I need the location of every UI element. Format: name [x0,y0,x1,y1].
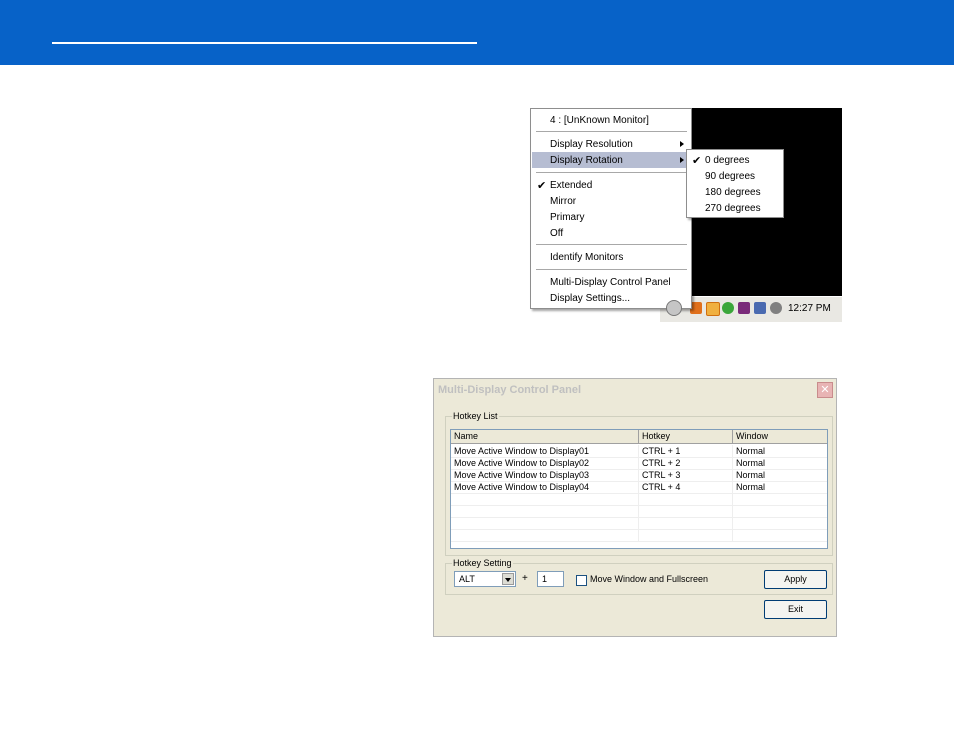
display-context-menu: 4 : [UnKnown Monitor] Display Resolution… [530,108,692,309]
menu-item-label: Extended [550,180,593,191]
key-value: 1 [542,574,548,584]
menu-item-label: Multi-Display Control Panel [550,277,671,288]
submenu-item-label: 180 degrees [705,187,761,198]
cell-hotkey: CTRL + 4 [639,481,733,493]
menu-item-mirror[interactable]: Mirror [532,193,690,209]
submenu-item-label: 90 degrees [705,171,756,182]
menu-item-label: Display Rotation [550,155,623,166]
submenu-item-label: 270 degrees [705,203,761,214]
cell-window: Normal [733,445,827,457]
cell-hotkey: CTRL + 1 [639,445,733,457]
close-button[interactable]: ✕ [817,382,833,398]
chevron-down-icon[interactable] [502,573,514,585]
tray-network-icon[interactable] [738,302,750,314]
cell-window: Normal [733,481,827,493]
empty-row [451,529,827,542]
fullscreen-checkbox-label: Move Window and Fullscreen [590,574,709,584]
tray-clock: 12:27 PM [788,303,831,314]
tray-shield-icon[interactable] [722,302,734,314]
cell-name: Move Active Window to Display03 [451,469,639,481]
modifier-select[interactable]: ALT [454,571,516,587]
menu-separator [536,172,687,173]
submenu-item-label: 0 degrees [705,155,750,166]
column-header-window[interactable]: Window [733,430,827,443]
menu-separator [536,131,687,132]
menu-item-display-resolution[interactable]: Display Resolution [532,136,690,152]
menu-separator [536,244,687,245]
cell-name: Move Active Window to Display01 [451,445,639,457]
column-header-hotkey[interactable]: Hotkey [639,430,733,443]
group-label: Hotkey Setting [452,558,513,568]
menu-item-label: 4 : [UnKnown Monitor] [550,115,649,126]
dialog-title: Multi-Display Control Panel [438,384,582,396]
cell-hotkey: CTRL + 2 [639,457,733,469]
submenu-item-180-degrees[interactable]: 180 degrees [688,184,782,200]
cell-name: Move Active Window to Display02 [451,457,639,469]
menu-item-monitor-title[interactable]: 4 : [UnKnown Monitor] [532,112,690,128]
tray-clock-icon[interactable] [706,302,720,316]
tray-speaker-icon[interactable] [754,302,766,314]
menu-item-identify-monitors[interactable]: Identify Monitors [532,249,690,265]
menu-item-control-panel[interactable]: Multi-Display Control Panel [532,274,690,290]
exit-button[interactable]: Exit [764,600,827,619]
menu-item-extended[interactable]: ✔ Extended [532,177,690,193]
apply-button[interactable]: Apply [764,570,827,589]
submenu-item-270-degrees[interactable]: 270 degrees [688,200,782,216]
menu-item-label: Display Resolution [550,139,633,150]
tray-menu-screenshot: 12:27 PM 4 : [UnKnown Monitor] Display R… [530,108,842,322]
menu-item-label: Primary [550,212,585,223]
check-icon: ✔ [537,180,547,192]
column-header-name[interactable]: Name [451,430,639,443]
cell-name: Move Active Window to Display04 [451,481,639,493]
key-input[interactable]: 1 [537,571,564,587]
menu-item-primary[interactable]: Primary [532,209,690,225]
cell-hotkey: CTRL + 3 [639,469,733,481]
menu-item-label: Identify Monitors [550,252,624,263]
menu-item-label: Display Settings... [550,293,631,304]
plus-label: + [522,573,528,584]
display-tray-icon[interactable] [666,300,682,316]
hotkey-table[interactable]: Name Hotkey Window Move Active Window to… [450,429,828,549]
cell-window: Normal [733,457,827,469]
cell-window: Normal [733,469,827,481]
menu-item-off[interactable]: Off [532,225,690,241]
rotation-submenu: ✔ 0 degrees 90 degrees 180 degrees 270 d… [686,149,784,218]
tray-generic-icon[interactable] [770,302,782,314]
page-header [0,0,954,65]
menu-separator [536,269,687,270]
control-panel-dialog: Multi-Display Control Panel ✕ Hotkey Lis… [433,378,837,637]
fullscreen-checkbox[interactable] [576,575,587,586]
submenu-item-90-degrees[interactable]: 90 degrees [688,168,782,184]
submenu-arrow-icon [680,157,684,163]
menu-item-label: Mirror [550,196,577,207]
submenu-item-0-degrees[interactable]: ✔ 0 degrees [688,152,782,168]
check-icon: ✔ [692,155,702,167]
menu-item-display-rotation[interactable]: Display Rotation [532,152,690,168]
submenu-arrow-icon [680,141,684,147]
group-label: Hotkey List [452,411,499,421]
menu-item-label: Off [550,228,564,239]
table-header: Name Hotkey Window [451,430,827,444]
modifier-value: ALT [459,574,475,584]
header-rule [52,42,477,44]
